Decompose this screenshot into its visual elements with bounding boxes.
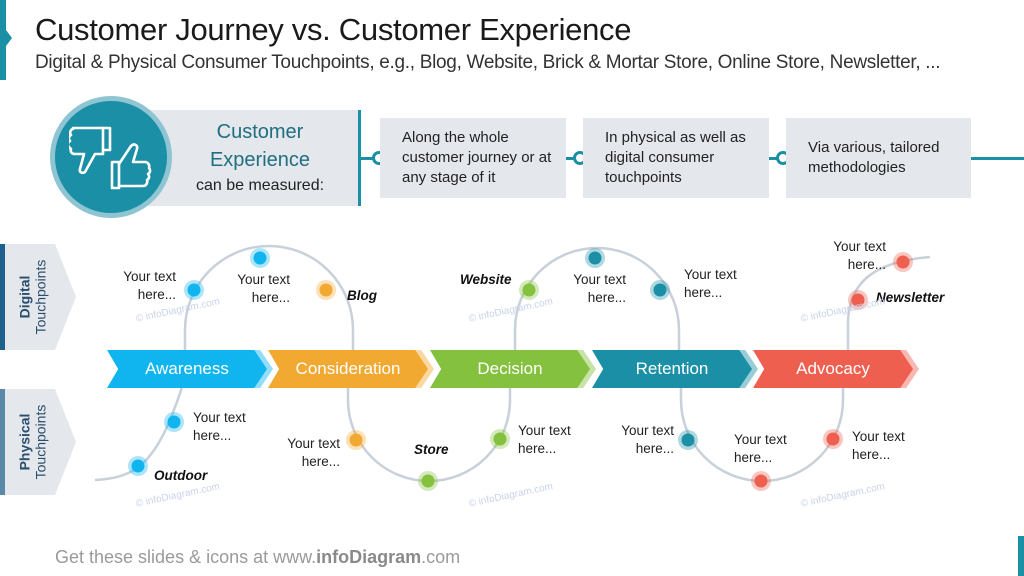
- touchpoint-label: Your text here...: [518, 423, 571, 456]
- touchpoint-dot-physical: [754, 474, 768, 488]
- footer: Get these slides & icons at www.infoDiag…: [55, 547, 460, 568]
- footer-suffix: .com: [421, 547, 461, 567]
- touchpoint-label-store: Store: [414, 442, 449, 457]
- stage-label: Advocacy: [796, 359, 870, 378]
- touchpoint-label: Your text here...: [193, 410, 246, 443]
- stage-chevron-advocacy: Advocacy: [753, 350, 919, 388]
- footer-brand-link[interactable]: infoDiagram: [316, 547, 421, 567]
- stage-label: Decision: [477, 359, 543, 378]
- touchpoint-label-outdoor: Outdoor: [154, 468, 208, 483]
- touchpoint-dot-digital: [319, 283, 333, 297]
- stage-chevron-decision: Decision: [430, 350, 596, 388]
- touchpoint-label: Your text here...: [684, 267, 737, 300]
- stage-chevron-consideration: Consideration: [268, 350, 434, 388]
- touchpoint-label: Your text here...: [734, 432, 787, 465]
- touchpoint-label-blog: Blog: [347, 288, 377, 303]
- touchpoint-dot-digital: [896, 255, 910, 269]
- touchpoint-label: Your text here...: [833, 239, 886, 272]
- touchpoint-dot-physical: [493, 432, 507, 446]
- touchpoint-label: Your text here...: [852, 429, 905, 462]
- touchpoint-dot-digital: [588, 251, 602, 265]
- touchpoint-label-website: Website: [460, 272, 512, 287]
- touchpoint-label: Your text here...: [573, 272, 626, 305]
- stage-chevron-retention: Retention: [592, 350, 758, 388]
- touchpoint-label: Your text here...: [123, 269, 176, 302]
- stage-chevron-awareness: Awareness: [107, 350, 273, 388]
- touchpoint-dot-physical: [826, 432, 840, 446]
- touchpoint-dot-digital: [253, 251, 267, 265]
- footer-prefix: Get these slides & icons at www.: [55, 547, 317, 567]
- touchpoint-label: Your text here...: [237, 272, 290, 305]
- touchpoint-dot-digital: [187, 283, 201, 297]
- touchpoint-dot-physical: [681, 433, 695, 447]
- touchpoint-dot-digital: [653, 283, 667, 297]
- stage-label: Consideration: [295, 359, 401, 378]
- touchpoint-label: Your text here...: [621, 423, 674, 456]
- touchpoint-dot-physical: [167, 415, 181, 429]
- touchpoint-dot-physical: [421, 474, 435, 488]
- touchpoint-dot-physical: [131, 459, 145, 473]
- touchpoint-label: Your text here...: [287, 436, 340, 469]
- stage-label: Retention: [635, 359, 709, 378]
- touchpoint-dot-digital: [522, 283, 536, 297]
- touchpoint-label-newsletter: Newsletter: [876, 290, 945, 305]
- stage-label: Awareness: [145, 359, 229, 378]
- touchpoint-dot-physical: [349, 433, 363, 447]
